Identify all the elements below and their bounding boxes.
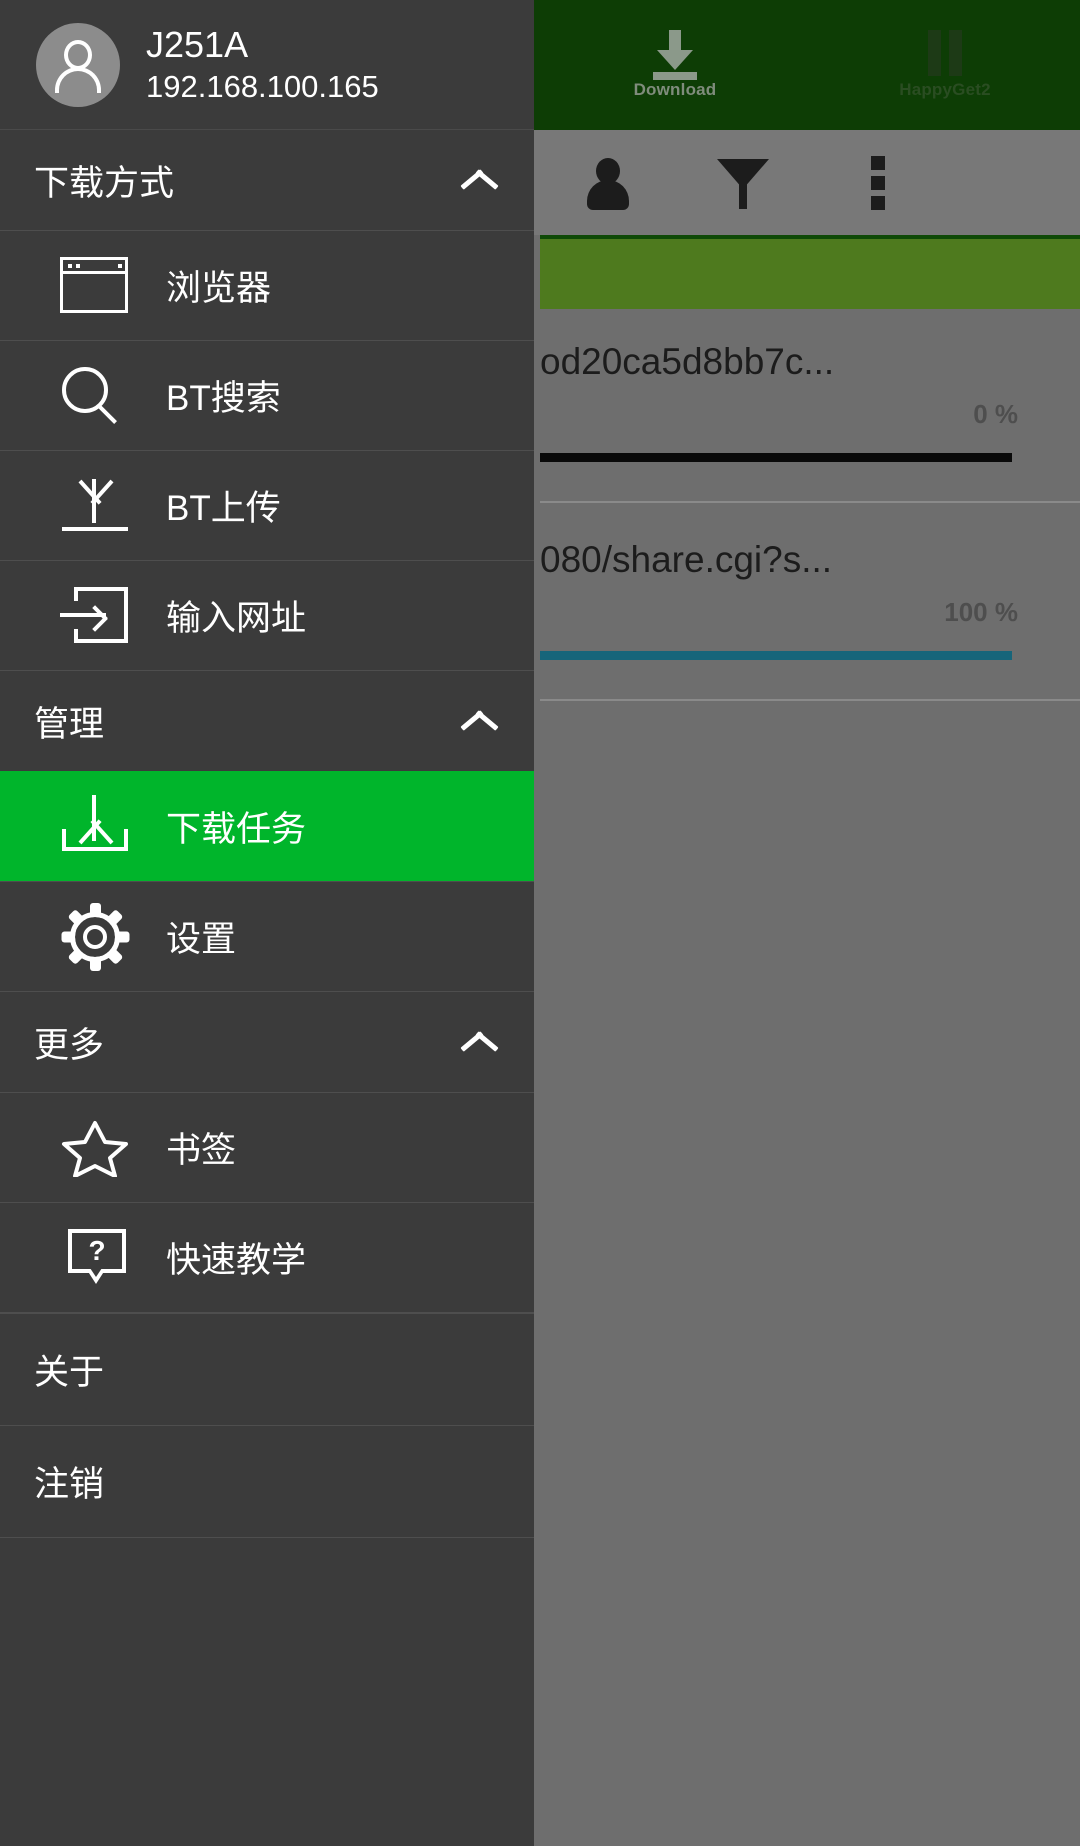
menu-item-download-tasks[interactable]: 下载任务 <box>0 771 534 881</box>
section-header-management[interactable]: 管理 <box>0 671 534 771</box>
menu-item-bt-search[interactable]: BT搜索 <box>0 340 534 450</box>
task-row[interactable]: od20ca5d8bb7c... 0 % <box>540 305 1080 503</box>
task-progress-bar <box>540 651 1012 660</box>
magnifier-icon <box>54 365 136 427</box>
tab-happyget2[interactable]: HappyGet2 <box>810 0 1080 130</box>
chevron-up-icon[interactable] <box>460 168 500 192</box>
navigation-drawer: J251A 192.168.100.165 下载方式 浏览器 BT搜索 BT上传… <box>0 0 534 1846</box>
section-header-download-method[interactable]: 下载方式 <box>0 130 534 230</box>
status-band <box>540 235 1080 309</box>
menu-item-label: 浏览器 <box>166 269 272 308</box>
menu-item-label: 关于 <box>34 1353 105 1392</box>
user-name: J251A <box>146 24 249 66</box>
action-bar-icons <box>540 130 1080 235</box>
download-tray-icon <box>54 795 136 857</box>
menu-item-label: 设置 <box>166 920 237 959</box>
menu-item-bookmarks[interactable]: 书签 <box>0 1092 534 1202</box>
browser-window-icon <box>54 255 136 317</box>
menu-item-label: 注销 <box>34 1465 105 1504</box>
menu-item-label: BT上传 <box>166 489 281 528</box>
person-avatar-icon <box>36 22 120 107</box>
menu-item-label: 书签 <box>166 1131 237 1170</box>
action-filter-button[interactable] <box>675 157 810 209</box>
task-name: 080/share.cgi?s... <box>540 539 833 580</box>
menu-item-settings[interactable]: 设置 <box>0 881 534 991</box>
menu-item-about[interactable]: 关于 <box>0 1313 534 1425</box>
screen-root: Download HappyGet2 od20ca5d8bb7c... 0 % … <box>0 0 1080 1846</box>
section-title: 下载方式 <box>34 163 175 203</box>
pause-bars-icon <box>922 30 968 76</box>
action-overflow-button[interactable] <box>810 155 945 210</box>
menu-item-label: 快速教学 <box>166 1241 307 1280</box>
toolbar-tabs: Download HappyGet2 <box>540 0 1080 130</box>
menu-item-enter-url[interactable]: 输入网址 <box>0 560 534 670</box>
menu-item-label: BT搜索 <box>166 379 281 418</box>
upload-arrow-icon <box>54 475 136 537</box>
user-info: J251A 192.168.100.165 <box>146 24 379 104</box>
menu-item-bt-upload[interactable]: BT上传 <box>0 450 534 560</box>
section-header-more[interactable]: 更多 <box>0 992 534 1092</box>
task-row[interactable]: 080/share.cgi?s... 100 % <box>540 503 1080 701</box>
action-person-button[interactable] <box>540 157 675 210</box>
section-title: 管理 <box>34 704 105 744</box>
tab-download[interactable]: Download <box>540 0 810 130</box>
drawer-header[interactable]: J251A 192.168.100.165 <box>0 0 534 130</box>
star-icon <box>54 1117 136 1179</box>
tab-happyget2-label: HappyGet2 <box>899 80 991 99</box>
download-arrow-icon <box>647 30 703 80</box>
menu-item-label: 下载任务 <box>166 809 307 849</box>
person-icon <box>585 157 631 210</box>
gear-icon <box>54 902 136 971</box>
task-name: od20ca5d8bb7c... <box>540 341 835 382</box>
task-percent: 0 % <box>973 399 1018 429</box>
filter-funnel-icon <box>716 157 769 209</box>
tab-download-label: Download <box>633 80 717 99</box>
help-bubble-icon: ? <box>54 1227 136 1289</box>
menu-item-label: 输入网址 <box>166 599 307 638</box>
task-progress-bar <box>540 453 1012 462</box>
menu-item-quick-tutorial[interactable]: ? 快速教学 <box>0 1202 534 1312</box>
menu-item-logout[interactable]: 注销 <box>0 1425 534 1537</box>
section-title: 更多 <box>34 1025 105 1065</box>
divider <box>0 1537 534 1538</box>
menu-item-browser[interactable]: 浏览器 <box>0 230 534 340</box>
chevron-up-icon[interactable] <box>460 709 500 733</box>
overflow-menu-icon <box>870 155 885 210</box>
task-list: od20ca5d8bb7c... 0 % 080/share.cgi?s... … <box>540 305 1080 1846</box>
chevron-up-icon[interactable] <box>460 1030 500 1054</box>
task-percent: 100 % <box>944 597 1018 627</box>
enter-url-icon <box>54 585 136 647</box>
user-ip: 192.168.100.165 <box>146 68 379 104</box>
